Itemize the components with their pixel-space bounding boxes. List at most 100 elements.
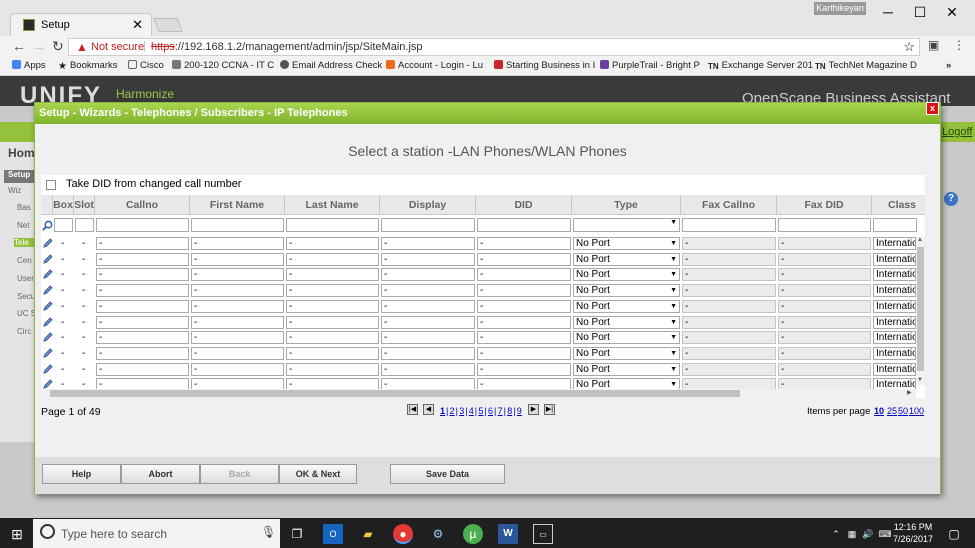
type-select[interactable]: No Port ▼	[573, 268, 680, 282]
items-per-page-50[interactable]: 50	[898, 406, 908, 416]
bookmark-starting-business[interactable]: Starting Business in I	[494, 60, 595, 71]
save-data-button[interactable]: Save Data	[390, 464, 505, 484]
page-link-8[interactable]: 8	[507, 406, 512, 416]
abort-button[interactable]: Abort	[121, 464, 200, 484]
fax-callno-input[interactable]: -	[682, 346, 776, 360]
horizontal-scroll-thumb[interactable]	[50, 390, 740, 397]
scroll-down-icon[interactable]: ▼	[917, 377, 923, 383]
last-input[interactable]: -	[286, 315, 379, 329]
edit-pencil-icon[interactable]	[42, 363, 53, 375]
type-select[interactable]: No Port ▼	[573, 346, 680, 360]
type-select[interactable]: No Port ▼	[573, 284, 680, 298]
filter-slot-input[interactable]	[75, 218, 94, 232]
edit-pencil-icon[interactable]	[42, 285, 53, 296]
callno-input[interactable]: -	[96, 362, 189, 376]
display-input[interactable]: -	[381, 299, 475, 313]
type-select[interactable]: No Port ▼	[573, 315, 680, 329]
scroll-right-icon[interactable]: ▶	[907, 389, 912, 396]
filter-fax-did-input[interactable]	[778, 218, 871, 232]
network-tool-icon[interactable]: ⚙	[428, 524, 448, 544]
first-input[interactable]: -	[191, 237, 284, 250]
column-header-class[interactable]: Class	[872, 195, 925, 215]
class-select[interactable]: Internatio	[873, 315, 916, 329]
class-select[interactable]: Internatio	[873, 299, 916, 313]
column-header-first-name[interactable]: First Name	[190, 195, 285, 215]
edit-pencil-icon[interactable]	[42, 348, 53, 359]
bookmark-bookmarks[interactable]: ★ Bookmarks	[58, 60, 117, 72]
new-tab-button[interactable]	[153, 18, 183, 32]
class-select[interactable]: Internatio	[873, 237, 916, 250]
page-link-5[interactable]: 5	[478, 406, 483, 416]
minimize-icon[interactable]: ─	[873, 3, 903, 21]
fax-callno-input[interactable]: -	[682, 362, 776, 376]
prev-page-icon[interactable]: ◀	[423, 404, 434, 415]
edit-pencil-icon[interactable]	[42, 301, 53, 312]
items-per-page-100[interactable]: 100	[909, 406, 924, 416]
dialog-close-button[interactable]: x	[926, 102, 939, 115]
sidebar-basic[interactable]: Bas	[17, 203, 31, 212]
more-bookmarks-icon[interactable]: »	[946, 60, 951, 71]
scroll-up-icon[interactable]: ▲	[917, 237, 923, 243]
terminal-icon[interactable]: ▭	[533, 524, 553, 544]
fax-did-input[interactable]: -	[778, 268, 871, 282]
sidebar-central[interactable]: Cen	[17, 256, 32, 265]
first-input[interactable]: -	[191, 299, 284, 313]
ok-next-button[interactable]: OK & Next	[279, 464, 357, 484]
home-label[interactable]: Hom	[8, 146, 35, 160]
back-icon[interactable]: ←	[12, 38, 26, 54]
first-input[interactable]: -	[191, 362, 284, 376]
fax-callno-input[interactable]: -	[682, 315, 776, 329]
browser-tab[interactable]: Setup ✕	[10, 13, 152, 36]
class-select[interactable]: Internatio	[873, 252, 916, 266]
sidebar-user[interactable]: User	[17, 274, 34, 283]
filter-class-input[interactable]	[873, 218, 917, 232]
column-header-type[interactable]: Type	[572, 195, 681, 215]
display-input[interactable]: -	[381, 362, 475, 376]
url-input[interactable]: ▲ Not secure | https://192.168.1.2/manag…	[68, 38, 920, 56]
class-select[interactable]: Internatio	[873, 346, 916, 360]
display-input[interactable]: -	[381, 237, 475, 250]
edit-pencil-icon[interactable]	[42, 254, 53, 265]
fax-callno-input[interactable]: -	[682, 299, 776, 313]
page-link-7[interactable]: 7	[498, 406, 503, 416]
logoff-link[interactable]: Logoff	[942, 126, 972, 138]
filter-callno-input[interactable]	[96, 218, 189, 232]
menu-icon[interactable]: ⋮	[953, 38, 965, 52]
column-header-callno[interactable]: Callno	[95, 195, 190, 215]
first-input[interactable]: -	[191, 315, 284, 329]
filter-display-input[interactable]	[381, 218, 475, 232]
forward-icon[interactable]: →	[32, 38, 46, 54]
last-input[interactable]: -	[286, 362, 379, 376]
display-input[interactable]: -	[381, 331, 475, 345]
class-select[interactable]: Internatio	[873, 268, 916, 282]
column-header-slot[interactable]: Slot	[74, 195, 95, 215]
page-link-6[interactable]: 6	[488, 406, 493, 416]
did-input[interactable]: -	[477, 331, 571, 345]
first-page-icon[interactable]: |◀	[407, 404, 418, 415]
items-per-page-25[interactable]: 25	[887, 406, 897, 416]
did-input[interactable]: -	[477, 268, 571, 282]
first-input[interactable]: -	[191, 284, 284, 298]
did-input[interactable]: -	[477, 362, 571, 376]
filter-fax-callno-input[interactable]	[682, 218, 776, 232]
column-header-fax-callno[interactable]: Fax Callno	[681, 195, 777, 215]
page-link-3[interactable]: 3	[459, 406, 464, 416]
first-input[interactable]: -	[191, 252, 284, 266]
items-per-page-10[interactable]: 10	[874, 406, 884, 416]
next-page-icon[interactable]: ▶	[528, 404, 539, 415]
edit-pencil-icon[interactable]	[42, 269, 53, 280]
did-input[interactable]: -	[477, 346, 571, 360]
callno-input[interactable]: -	[96, 346, 189, 360]
chrome-icon[interactable]: ●	[393, 524, 413, 544]
type-select[interactable]: No Port ▼	[573, 252, 680, 266]
fax-callno-input[interactable]: -	[682, 284, 776, 298]
display-input[interactable]: -	[381, 346, 475, 360]
filter-did-input[interactable]	[477, 218, 571, 232]
fax-callno-input[interactable]: -	[682, 268, 776, 282]
last-input[interactable]: -	[286, 268, 379, 282]
bookmark-star-icon[interactable]: ☆	[903, 39, 915, 55]
fax-did-input[interactable]: -	[778, 284, 871, 298]
utorrent-icon[interactable]: µ	[463, 524, 483, 544]
class-select[interactable]: Internatio	[873, 284, 916, 298]
display-input[interactable]: -	[381, 252, 475, 266]
